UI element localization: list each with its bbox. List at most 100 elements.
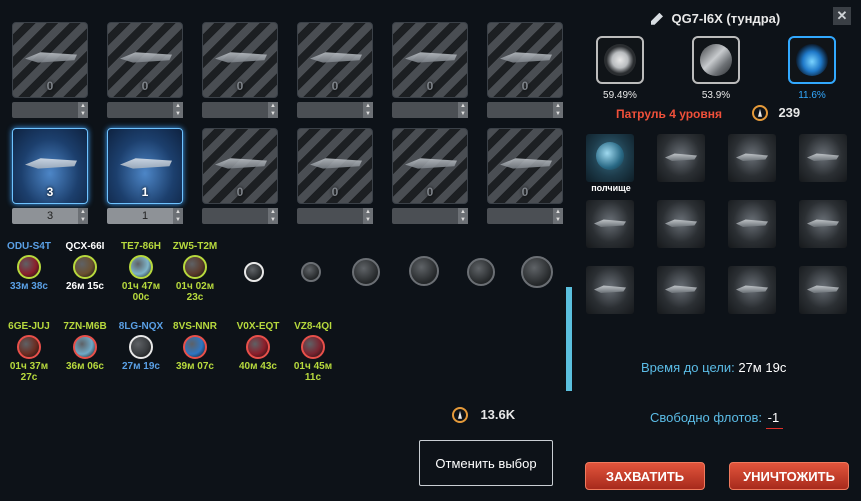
ship-tile[interactable]: 0 — [297, 22, 373, 98]
ship-image — [310, 158, 362, 169]
planet-name: 8VS-NNR — [173, 321, 217, 332]
ship-count: 3 — [46, 185, 54, 199]
planet-item[interactable]: V0X-EQT 40м 43с — [233, 321, 283, 372]
planet-time: 01ч 47м 00с — [121, 281, 161, 303]
ship-tile[interactable]: 0 — [297, 128, 373, 204]
ship-tile[interactable]: 3 — [12, 128, 88, 204]
stepper-arrows-icon[interactable]: ▲ ▼ — [458, 208, 468, 224]
pencil-icon[interactable] — [651, 12, 663, 25]
enemy-ship-tile[interactable] — [586, 134, 634, 182]
enemy-ship-tile[interactable] — [799, 134, 847, 182]
resource-percent: 59.49% — [603, 90, 637, 101]
enemy-ship-tile[interactable] — [586, 200, 634, 248]
ship-quantity-stepper[interactable]: 3 ▲ ▼ — [12, 208, 88, 224]
resource-icon — [700, 44, 732, 76]
planet-item[interactable]: ZW5-T2M 01ч 02м 23с — [170, 241, 220, 303]
enemy-ship-tile[interactable] — [728, 134, 776, 182]
stepper-arrows-icon[interactable]: ▲ ▼ — [78, 208, 88, 224]
stepper-arrows-icon[interactable]: ▲ ▼ — [173, 208, 183, 224]
enemy-ship-tile[interactable] — [586, 266, 634, 314]
empty-planet-slot[interactable] — [352, 258, 380, 286]
ship-tile[interactable]: 0 — [202, 22, 278, 98]
cancel-selection-button[interactable]: Отменить выбор — [419, 440, 553, 486]
empty-planet-slot[interactable] — [467, 258, 495, 286]
ship-quantity-stepper[interactable]: ▲ ▼ — [297, 208, 373, 224]
ship-quantity-stepper[interactable]: ▲ ▼ — [202, 102, 278, 118]
ship-image — [120, 52, 172, 63]
resource-box[interactable] — [788, 36, 836, 84]
ship-slot: 1 1 ▲ ▼ — [107, 128, 183, 224]
stepper-arrows-icon[interactable]: ▲ ▼ — [553, 208, 563, 224]
resource-box[interactable] — [596, 36, 644, 84]
ship-tile[interactable]: 0 — [107, 22, 183, 98]
enemy-ship-image — [594, 219, 626, 227]
ship-tile[interactable]: 0 — [487, 22, 563, 98]
planet-item[interactable]: VZ8-4QI 01ч 45м 11с — [288, 321, 338, 383]
stepper-arrows-icon[interactable]: ▲ ▼ — [78, 102, 88, 118]
ship-quantity-stepper[interactable]: ▲ ▼ — [297, 102, 373, 118]
planet-item[interactable]: 7ZN-M6B 36м 06с — [60, 321, 110, 372]
planet-item[interactable]: 6GE-JUJ 01ч 37м 27с — [4, 321, 54, 383]
ship-quantity-stepper[interactable]: ▲ ▼ — [392, 102, 468, 118]
planet-item[interactable]: TE7-86H 01ч 47м 00с — [116, 241, 166, 303]
close-icon[interactable]: ✕ — [833, 7, 851, 25]
resource-icon — [604, 44, 636, 76]
planet-time: 33м 38с — [10, 281, 48, 292]
enemy-ship-tile[interactable] — [728, 266, 776, 314]
planet-item[interactable]: 8VS-NNR 39м 07с — [170, 321, 220, 372]
ship-tile[interactable]: 0 — [392, 128, 468, 204]
enemy-ship-tile[interactable] — [657, 266, 705, 314]
ship-quantity-stepper[interactable]: ▲ ▼ — [487, 102, 563, 118]
ship-quantity-stepper[interactable]: ▲ ▼ — [202, 208, 278, 224]
ship-slot: 0 ▲ ▼ — [202, 128, 278, 224]
enemy-ship-tile[interactable] — [657, 200, 705, 248]
capture-button[interactable]: ЗАХВАТИТЬ — [585, 462, 705, 490]
ship-quantity-stepper[interactable]: ▲ ▼ — [107, 102, 183, 118]
enemy-ship-tile[interactable] — [728, 200, 776, 248]
planet-item[interactable]: ODU-S4T 33м 38с — [4, 241, 54, 292]
stepper-arrows-icon[interactable]: ▲ ▼ — [363, 208, 373, 224]
eta-value: 27м 19с — [738, 360, 787, 375]
scrollbar[interactable] — [566, 287, 572, 391]
stepper-arrows-icon[interactable]: ▲ ▼ — [268, 102, 278, 118]
planet-icon — [17, 255, 41, 279]
planet-name: 8LG-NQX — [118, 321, 164, 332]
ship-tile[interactable]: 0 — [392, 22, 468, 98]
ship-tile[interactable]: 0 — [12, 22, 88, 98]
ship-tile[interactable]: 1 — [107, 128, 183, 204]
ship-tile[interactable]: 0 — [202, 128, 278, 204]
planet-item[interactable]: QCX-66I 26м 15с — [60, 241, 110, 292]
enemy-ship-tile[interactable] — [799, 266, 847, 314]
horde-icon — [596, 142, 624, 170]
ship-slot: 0 ▲ ▼ — [297, 22, 373, 118]
ship-quantity-stepper[interactable]: ▲ ▼ — [487, 208, 563, 224]
ship-tile[interactable]: 0 — [487, 128, 563, 204]
enemy-ship-tile[interactable] — [799, 200, 847, 248]
enemy-ship-image — [665, 219, 697, 227]
stepper-arrows-icon[interactable]: ▲ ▼ — [363, 102, 373, 118]
enemy-ship-tile[interactable] — [657, 134, 705, 182]
empty-planet-slot[interactable] — [244, 262, 264, 282]
stepper-arrows-icon[interactable]: ▲ ▼ — [268, 208, 278, 224]
resource-box[interactable] — [692, 36, 740, 84]
fleet-power-value: 13.6K — [480, 407, 516, 423]
destroy-button[interactable]: УНИЧТОЖИТЬ — [729, 462, 849, 490]
ship-count: 0 — [141, 79, 149, 93]
stepper-arrows-icon[interactable]: ▲ ▼ — [458, 102, 468, 118]
ship-quantity-stepper[interactable]: ▲ ▼ — [392, 208, 468, 224]
ship-count: 0 — [236, 79, 244, 93]
ship-slot: 0 ▲ ▼ — [107, 22, 183, 118]
empty-planet-slot[interactable] — [301, 262, 321, 282]
stepper-arrows-icon[interactable]: ▲ ▼ — [553, 102, 563, 118]
empty-planet-slot[interactable] — [521, 256, 553, 288]
ship-quantity-stepper[interactable]: ▲ ▼ — [12, 102, 88, 118]
enemy-ship-image — [736, 153, 768, 161]
capture-label: ЗАХВАТИТЬ — [605, 469, 685, 484]
planet-item[interactable]: 8LG-NQX 27м 19с — [116, 321, 166, 372]
ship-quantity-stepper[interactable]: 1 ▲ ▼ — [107, 208, 183, 224]
resource-percent: 11.6% — [798, 90, 826, 101]
planet-icon — [73, 335, 97, 359]
ship-count: 0 — [46, 79, 54, 93]
empty-planet-slot[interactable] — [409, 256, 439, 286]
stepper-arrows-icon[interactable]: ▲ ▼ — [173, 102, 183, 118]
